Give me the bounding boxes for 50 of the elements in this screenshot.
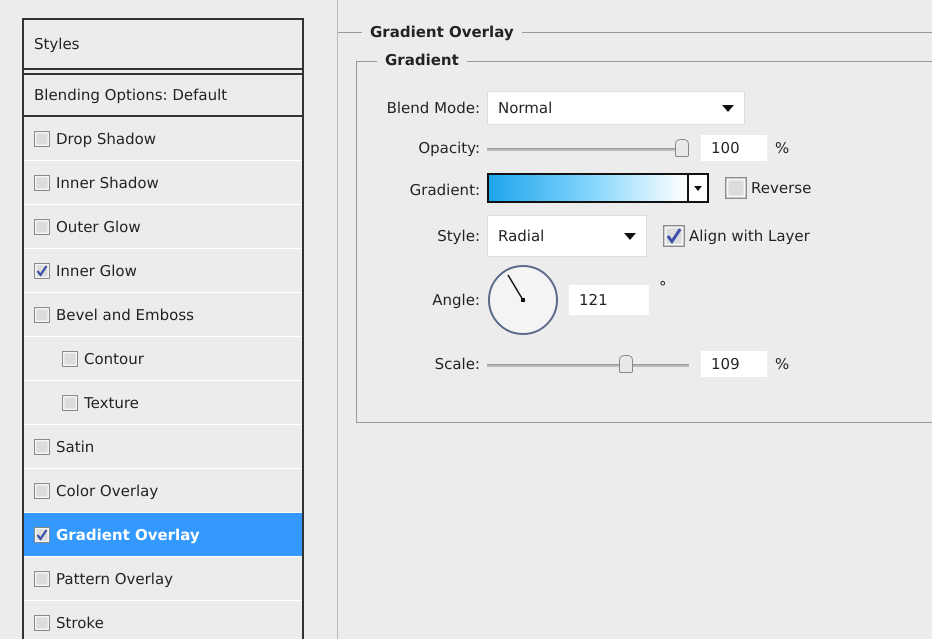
dropdown-caret-icon[interactable]	[694, 186, 702, 190]
slider-thumb[interactable]	[618, 355, 633, 373]
style-list-item[interactable]: Pattern Overlay	[24, 557, 302, 601]
field-label: Gradient:	[408, 180, 481, 201]
gradient-picker[interactable]	[487, 173, 709, 203]
angle-dial-icon[interactable]	[487, 264, 559, 336]
checkbox[interactable]	[34, 262, 50, 278]
unit-label: °	[659, 278, 666, 296]
checkbox[interactable]	[34, 306, 50, 322]
checkbox[interactable]	[34, 614, 50, 630]
opacity-input[interactable]: 100	[701, 135, 767, 161]
blend-mode-dropdown[interactable]: Normal	[487, 91, 745, 125]
unit-label: %	[775, 139, 790, 157]
style-list-item[interactable]: Outer Glow	[24, 205, 302, 249]
dropdown-caret-icon	[722, 104, 734, 112]
section-title: Gradient Overlay	[362, 23, 522, 41]
dropdown-caret-icon	[624, 232, 636, 240]
unit-label: %	[775, 355, 790, 373]
styles-heading: Styles	[24, 20, 302, 70]
field-label: Opacity:	[417, 138, 481, 159]
checkbox[interactable]	[34, 218, 50, 234]
checkbox[interactable]	[34, 130, 50, 146]
style-list-item[interactable]: Texture	[24, 381, 302, 425]
field-label: Style:	[436, 226, 481, 247]
angle-input[interactable]: 121	[569, 285, 649, 315]
checkbox[interactable]	[34, 482, 50, 498]
checkbox-label: Reverse	[751, 179, 812, 197]
checkbox[interactable]	[62, 394, 78, 410]
style-list-item[interactable]: Blending Options: Default	[24, 73, 302, 117]
slider-thumb[interactable]	[675, 139, 689, 157]
scale-input[interactable]: 109	[701, 351, 767, 377]
checkbox[interactable]	[34, 526, 50, 542]
checkbox[interactable]	[725, 177, 747, 199]
checkbox-label: Align with Layer	[689, 227, 810, 245]
style-dropdown[interactable]: Radial	[487, 215, 647, 257]
checkbox[interactable]	[663, 225, 685, 247]
field-label: Blend Mode:	[386, 98, 481, 119]
style-list-item[interactable]: Satin	[24, 425, 302, 469]
style-list-item[interactable]: Inner Glow	[24, 249, 302, 293]
style-list-item[interactable]: Contour	[24, 337, 302, 381]
style-list-item[interactable]: Stroke	[24, 601, 302, 639]
field-label: Scale:	[434, 354, 481, 375]
style-list-item[interactable]: Bevel and Emboss	[24, 293, 302, 337]
checkbox[interactable]	[62, 350, 78, 366]
style-list-item[interactable]: Drop Shadow	[24, 117, 302, 161]
field-label: Angle:	[431, 290, 481, 311]
style-list-item[interactable]: Inner Shadow	[24, 161, 302, 205]
checkbox[interactable]	[34, 438, 50, 454]
checkbox[interactable]	[34, 570, 50, 586]
checkbox[interactable]	[34, 174, 50, 190]
